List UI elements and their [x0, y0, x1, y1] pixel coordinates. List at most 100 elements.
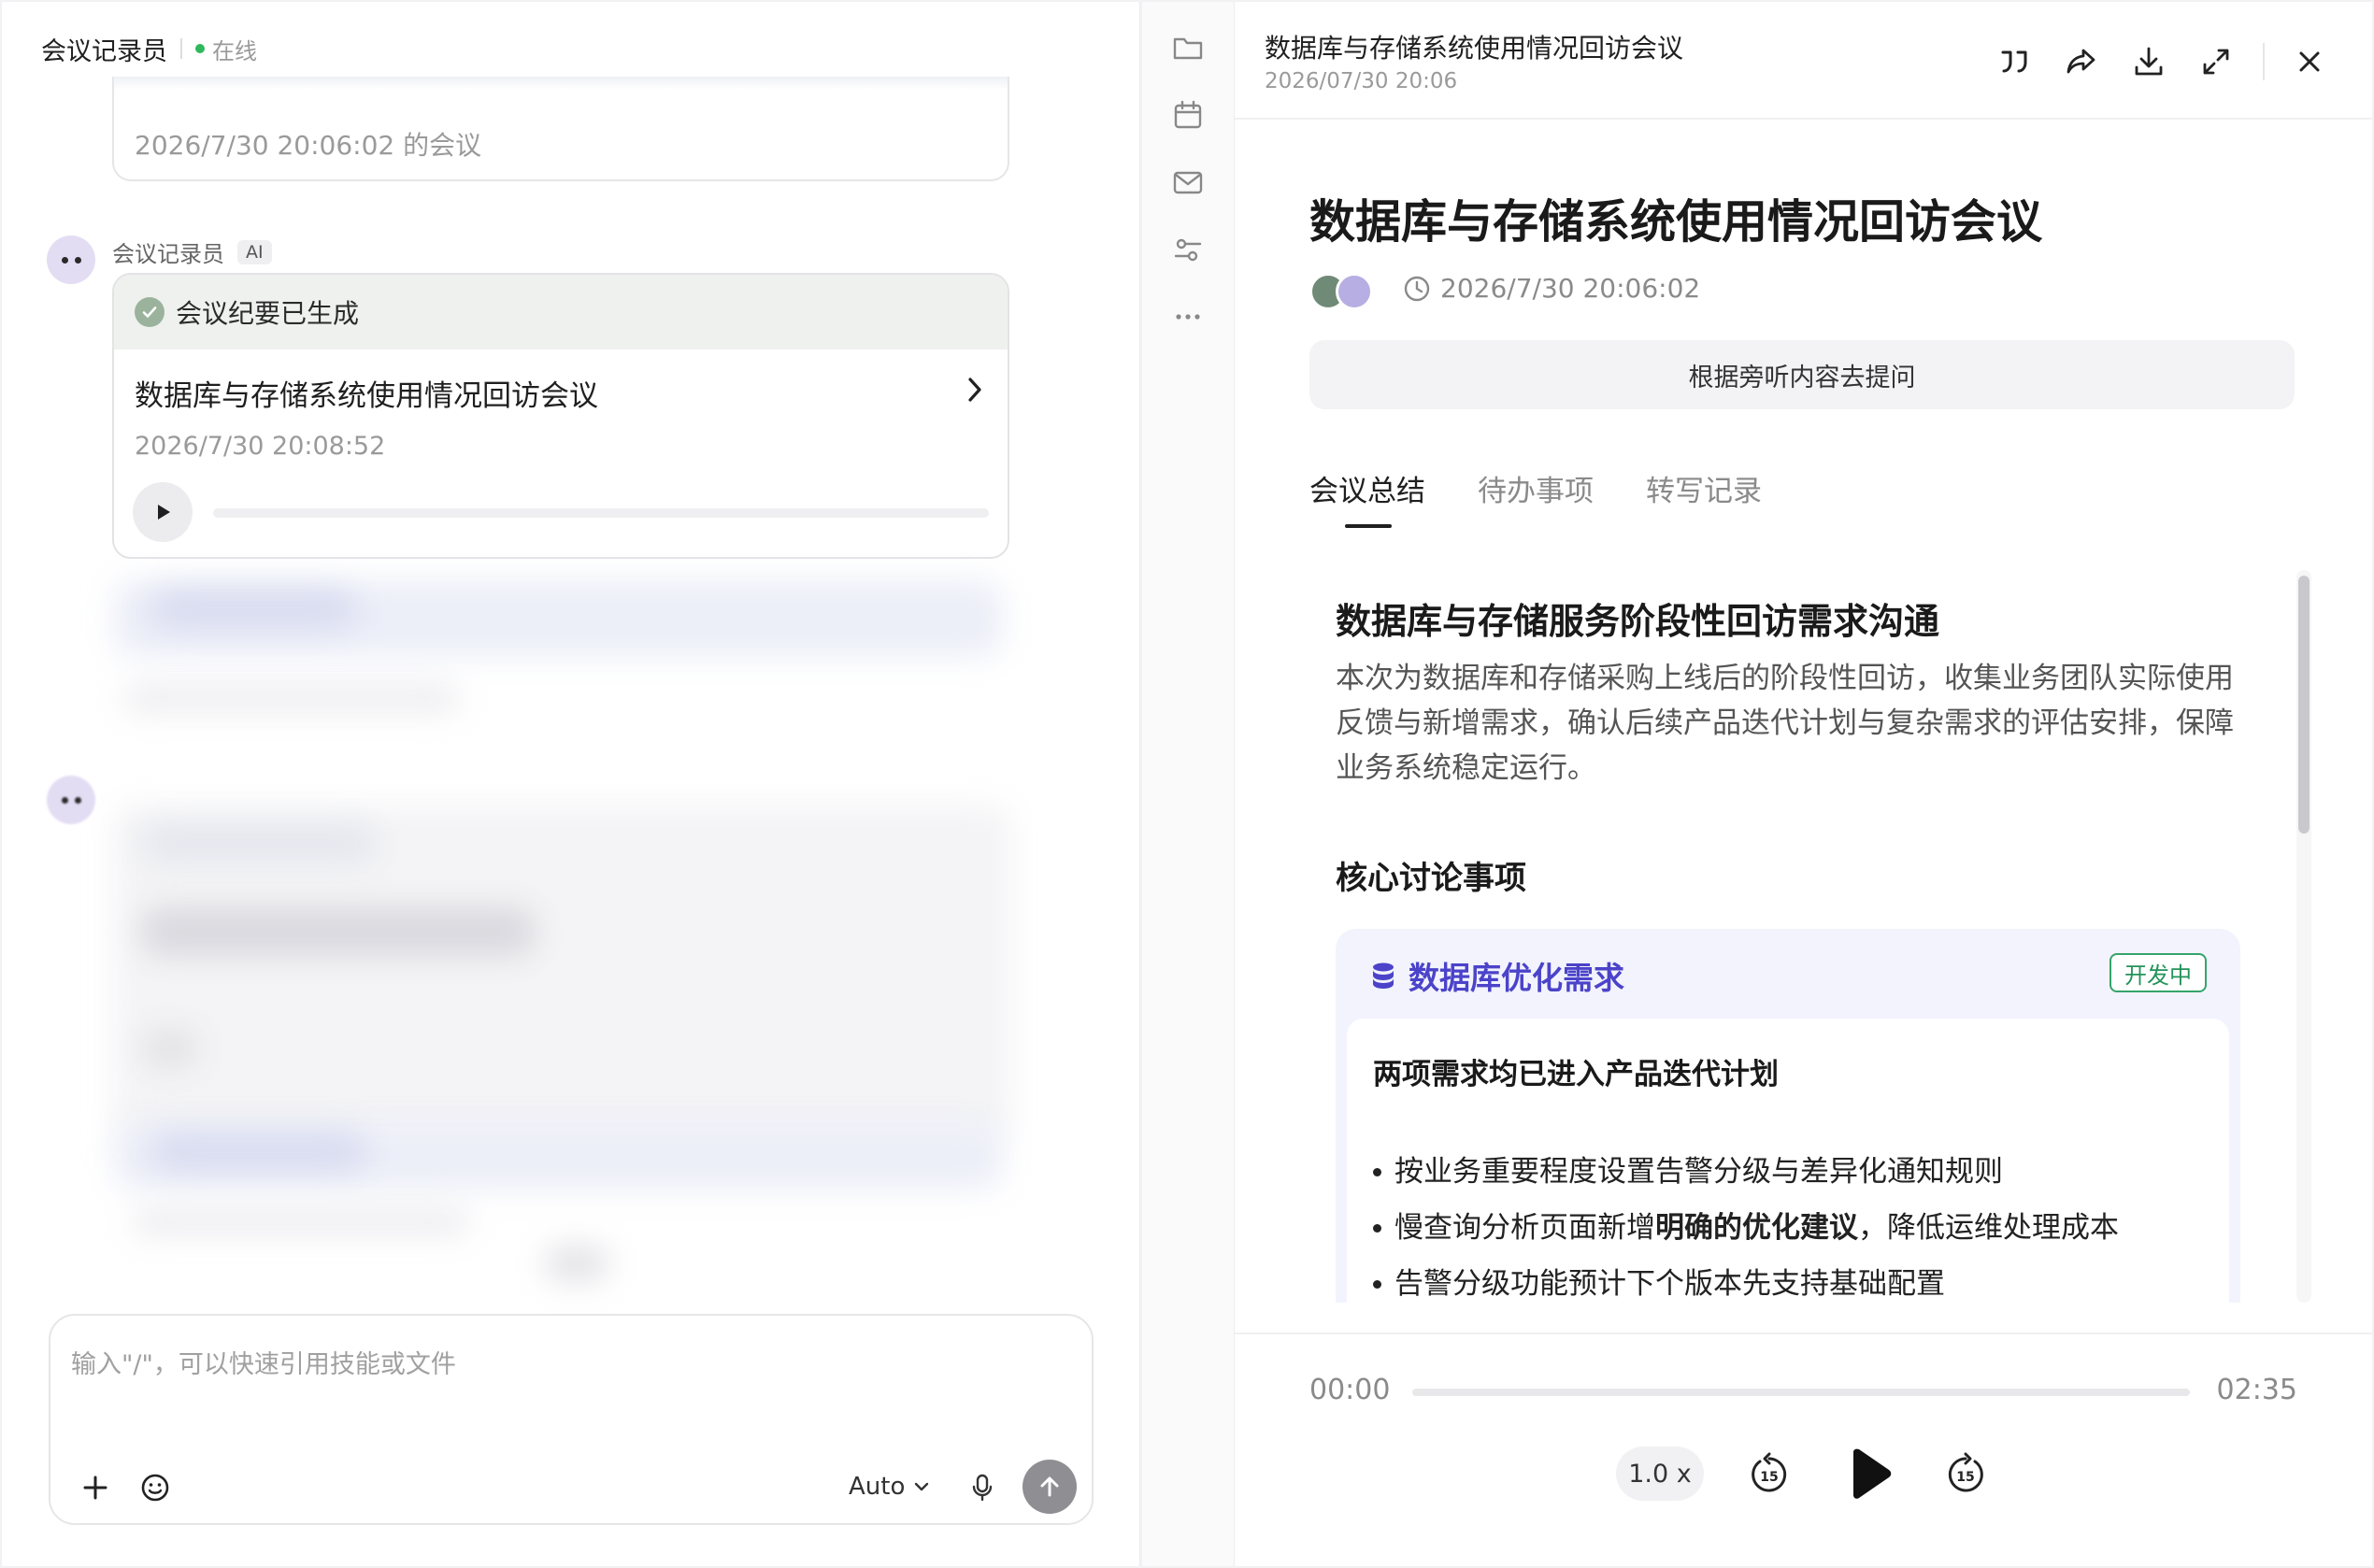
list-item-text: 告警分级功能预计下个版本先支持基础配置	[1394, 1267, 1945, 1301]
previous-message-text: 2026/7/30 20:06:02 的会议	[135, 130, 482, 161]
scrollbar-thumb[interactable]	[2298, 576, 2310, 834]
audio-play-button[interactable]	[133, 482, 193, 542]
tab-todos[interactable]: 待办事项	[1478, 467, 1594, 528]
chat-pane: 会议记录员 在线 2026/7/30 20:06:02 的会议 会议记录员 AI…	[2, 2, 1140, 1566]
status-badge: 开发中	[2109, 953, 2207, 992]
summary-paragraph: 本次为数据库和存储采购上线后的阶段性回访，收集业务团队实际使用反馈与新增需求，确…	[1336, 662, 2234, 785]
previous-message-card[interactable]: 2026/7/30 20:06:02 的会议	[112, 77, 1009, 181]
list-item-text: 慢查询分析页面新增	[1394, 1211, 1655, 1245]
online-dot-icon	[195, 44, 205, 53]
check-icon	[135, 297, 164, 327]
calendar-icon[interactable]	[1170, 97, 1206, 133]
detail-tabs: 会议总结 待办事项 转写记录	[1309, 467, 1762, 528]
document-time-text: 2026/7/30 20:06:02	[1440, 273, 1701, 304]
agent-name: 会议记录员	[41, 36, 167, 66]
topic-bullets: 按业务重要程度设置告警分级与差异化通知规则 慢查询分析页面新增 明确的优化建议 ，降…	[1373, 1144, 2119, 1303]
list-item-text: 按业务重要程度设置告警分级与差异化通知规则	[1394, 1155, 2003, 1189]
close-icon[interactable]	[2291, 43, 2328, 80]
list-item: 按业务重要程度设置告警分级与差异化通知规则	[1373, 1144, 2119, 1200]
more-icon[interactable]	[1170, 299, 1206, 335]
composer-input[interactable]: 输入"/"，可以快速引用技能或文件	[71, 1344, 456, 1380]
participant-avatar	[1336, 273, 1373, 310]
agent-avatar	[47, 776, 95, 824]
section-heading: 核心讨论事项	[1336, 860, 1526, 897]
blurred-message	[142, 908, 535, 955]
settings-sliders-icon[interactable]	[1170, 232, 1206, 267]
minutes-card-time: 2026/7/30 20:08:52	[135, 432, 386, 461]
message-composer[interactable]: 输入"/"，可以快速引用技能或文件 Auto	[49, 1314, 1094, 1525]
summary-content: 数据库与存储服务阶段性回访需求沟通 本次为数据库和存储采购上线后的阶段性回访，收…	[1309, 570, 2311, 1303]
message-sender: 会议记录员 AI	[112, 235, 272, 268]
minutes-detail-pane: 数据库与存储系统使用情况回访会议 2026/07/30 20:06 数据库与存储…	[1234, 2, 2372, 1566]
topic-card: 数据库优化需求 开发中 两项需求均已进入产品迭代计划 按业务重要程度设置告警分级…	[1336, 929, 2240, 1303]
expand-icon[interactable]	[2197, 43, 2235, 80]
playback-progress-track[interactable]	[1412, 1389, 2190, 1396]
svg-text:15: 15	[1760, 1470, 1778, 1485]
agent-avatar	[47, 235, 95, 284]
scrollbar[interactable]	[2296, 570, 2311, 1303]
tab-summary[interactable]: 会议总结	[1309, 467, 1425, 528]
blurred-message	[142, 1030, 198, 1067]
blurred-message	[151, 1133, 366, 1170]
topic-body: 两项需求均已进入产品迭代计划 按业务重要程度设置告警分级与差异化通知规则 慢查询…	[1347, 1019, 2229, 1303]
download-icon[interactable]	[2130, 43, 2167, 80]
microphone-icon[interactable]	[966, 1471, 998, 1504]
minutes-card-title[interactable]: 数据库与存储系统使用情况回访会议	[135, 372, 598, 414]
rewind-15-icon[interactable]: 15	[1747, 1452, 1792, 1497]
emoji-icon[interactable]	[138, 1471, 172, 1504]
quote-icon[interactable]	[1995, 43, 2033, 80]
sender-name: 会议记录员	[112, 241, 224, 267]
forward-15-icon[interactable]: 15	[1943, 1452, 1988, 1497]
playback-speed-button[interactable]: 1.0 x	[1616, 1447, 1704, 1501]
plus-icon[interactable]	[79, 1471, 112, 1504]
detail-header: 数据库与存储系统使用情况回访会议 2026/07/30 20:06	[1235, 2, 2372, 120]
total-duration: 02:35	[2216, 1374, 2297, 1406]
chevron-right-icon[interactable]	[963, 374, 987, 406]
minutes-status-text: 会议纪要已生成	[176, 298, 360, 329]
topic-title: 数据库优化需求	[1409, 960, 1624, 996]
blurred-message	[142, 824, 376, 862]
topic-body-title: 两项需求均已进入产品迭代计划	[1373, 1058, 1779, 1091]
database-icon	[1373, 962, 1394, 989]
play-icon	[158, 505, 170, 520]
tab-transcript[interactable]: 转写记录	[1646, 467, 1762, 528]
chevron-down-icon	[915, 1482, 929, 1491]
participants	[1309, 273, 1375, 310]
share-icon[interactable]	[2063, 43, 2100, 80]
summary-heading: 数据库与存储服务阶段性回访需求沟通	[1336, 601, 1940, 642]
minutes-card-header: 会议纪要已生成	[114, 275, 1008, 349]
app-window: 会议记录员 在线 2026/7/30 20:06:02 的会议 会议记录员 AI…	[0, 0, 2374, 1568]
card-fade	[114, 77, 1008, 90]
folder-icon[interactable]	[1170, 30, 1206, 65]
svg-text:15: 15	[1956, 1470, 1974, 1485]
minutes-card[interactable]: 会议纪要已生成 数据库与存储系统使用情况回访会议 2026/7/30 20:08…	[112, 273, 1009, 559]
agent-status: 在线	[212, 37, 257, 64]
audio-progress-track[interactable]	[213, 508, 989, 518]
blurred-message	[133, 1207, 469, 1235]
audio-player: 00:00 02:35 1.0 x 15 15	[1235, 1333, 2372, 1566]
list-item-emphasis: 明确的优化建议	[1655, 1211, 1858, 1245]
blurred-message	[123, 684, 460, 712]
topic-header: 数据库优化需求	[1369, 953, 1624, 998]
play-icon[interactable]	[1838, 1445, 1898, 1504]
mail-icon[interactable]	[1170, 164, 1206, 200]
divider	[180, 38, 182, 59]
list-item: 慢查询分析页面新增 明确的优化建议 ，降低运维处理成本	[1373, 1200, 2119, 1256]
detail-header-title: 数据库与存储系统使用情况回访会议	[1265, 33, 1684, 64]
document-time: 2026/7/30 20:06:02	[1403, 273, 1700, 304]
current-time: 00:00	[1309, 1374, 1391, 1406]
send-button[interactable]	[1023, 1460, 1077, 1514]
agent-header: 会议记录员 在线	[41, 30, 257, 67]
clock-icon	[1404, 276, 1430, 301]
blurred-message	[544, 1245, 609, 1282]
ask-question-button[interactable]: 根据旁听内容去提问	[1309, 340, 2295, 409]
document-title: 数据库与存储系统使用情况回访会议	[1309, 195, 2043, 249]
arrow-up-icon	[1040, 1476, 1059, 1497]
ai-badge: AI	[237, 239, 272, 264]
list-item: 告警分级功能预计下个版本先支持基础配置	[1373, 1256, 2119, 1303]
model-selector[interactable]: Auto	[849, 1473, 931, 1501]
side-icon-rail	[1142, 2, 1234, 1566]
model-selector-label: Auto	[849, 1473, 906, 1501]
list-item-text: ，降低运维处理成本	[1858, 1211, 2119, 1245]
blurred-message	[151, 591, 357, 628]
